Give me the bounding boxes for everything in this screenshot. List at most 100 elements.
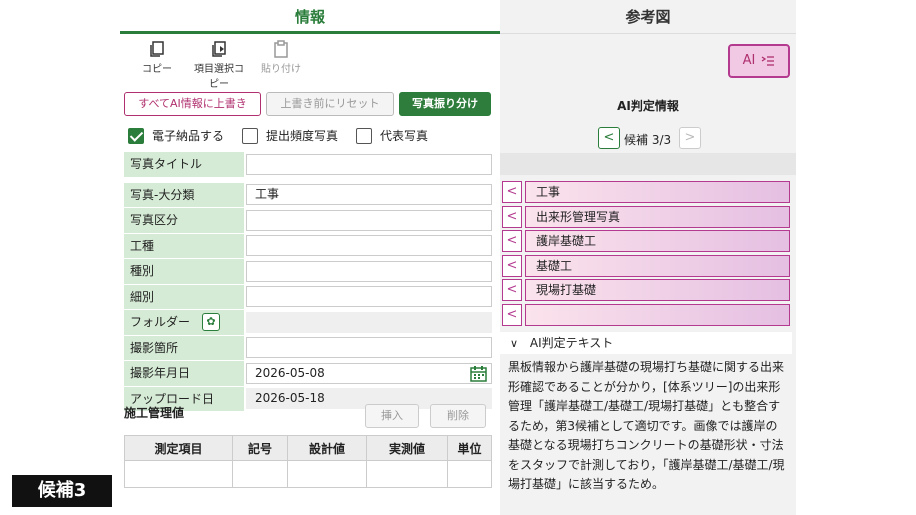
field-label: 細別 <box>124 284 244 309</box>
calendar-icon[interactable] <box>470 365 487 382</box>
photo-section-field[interactable] <box>246 209 492 231</box>
gear-icon[interactable]: ✿ <box>202 313 221 332</box>
copy-icon <box>150 41 164 57</box>
copy-button[interactable]: コピー <box>130 40 184 90</box>
checkbox-checked-icon <box>128 127 144 144</box>
ai-item-category-major: < 工事 <box>502 181 790 203</box>
form-row-photo-title: 写真タイトル <box>124 152 492 178</box>
info-panel: 情報 コピー 項目選択コピー 貼り付け すべてAI情報に上書き 上書き前にリセッ… <box>120 0 500 515</box>
select-copy-label: 項目選択コピー <box>194 64 244 90</box>
table-cell[interactable] <box>232 460 288 488</box>
form-row-location: 撮影箇所 <box>124 335 492 361</box>
category-major-field[interactable]: 工事 <box>246 184 492 206</box>
chevron-left-icon: < <box>506 233 518 248</box>
next-candidate-button[interactable]: > <box>679 127 701 149</box>
column-header: 設計値 <box>287 435 367 461</box>
form-row-detail: 細別 <box>124 284 492 310</box>
form-row-shot-date: 撮影年月日 2026-05-08 <box>124 361 492 387</box>
select-copy-icon <box>212 41 226 57</box>
chevron-left-icon: < <box>506 184 518 199</box>
chevron-left-icon: < <box>603 130 615 145</box>
ai-item-type: < 基礎工 <box>502 254 790 277</box>
checkbox-row: 電子納品する 提出頻度写真 代表写真 <box>128 127 446 144</box>
detail-field[interactable] <box>246 286 492 308</box>
ai-suggestion: 工事 <box>525 181 790 203</box>
shot-date-value: 2026-05-08 <box>255 365 325 380</box>
ai-judgment-title: AI判定情報 <box>617 99 679 113</box>
folder-label: フォルダー <box>130 315 191 330</box>
ai-list-icon <box>762 55 775 66</box>
field-label: 撮影年月日 <box>124 361 244 386</box>
form-row-photo-section: 写真区分 <box>124 208 492 234</box>
apply-ai-button[interactable]: < <box>502 254 522 277</box>
ai-suggestion <box>525 303 790 326</box>
table-cell[interactable] <box>447 460 492 488</box>
field-label: 工種 <box>124 233 244 258</box>
construction-control-title: 施工管理値 <box>124 406 185 420</box>
checkbox-unchecked-icon <box>242 127 259 144</box>
field-label-folder: フォルダー ✿ <box>124 310 244 335</box>
form-row-type: 種別 <box>124 259 492 285</box>
form-row-folder: フォルダー ✿ <box>124 310 492 336</box>
ai-item-folder: < <box>502 303 790 326</box>
form-row-work-type: 工種 <box>124 233 492 259</box>
type-field[interactable] <box>246 260 492 282</box>
ai-suggestion: 基礎工 <box>525 254 790 277</box>
reference-panel: 参考図 AI AI判定情報 < 候補 3/3 > < 工事 < 出来形管理写真 … <box>500 0 796 515</box>
apply-ai-button[interactable]: < <box>502 181 522 203</box>
table-cell[interactable] <box>124 460 233 488</box>
candidate-badge: 候補3 <box>12 475 112 507</box>
insert-button[interactable]: 挿入 <box>365 404 419 428</box>
field-label: 種別 <box>124 259 244 284</box>
checkbox-label: 代表写真 <box>380 129 429 143</box>
ai-text-toggle[interactable]: ∨ AI判定テキスト <box>500 332 792 354</box>
ai-item-photo-section: < 出来形管理写真 <box>502 205 790 228</box>
checkbox-unchecked-icon <box>356 127 373 144</box>
chevron-left-icon: < <box>506 282 518 297</box>
location-field[interactable] <box>246 337 492 359</box>
column-header: 記号 <box>232 435 288 461</box>
field-label: 写真-大分類 <box>124 182 244 207</box>
ai-suggestion: 出来形管理写真 <box>525 205 790 228</box>
table-row[interactable] <box>124 460 492 488</box>
photo-sort-button[interactable]: 写真振り分け <box>399 92 491 116</box>
app-window: 情報 コピー 項目選択コピー 貼り付け すべてAI情報に上書き 上書き前にリセッ… <box>120 0 796 515</box>
apply-ai-button[interactable]: < <box>502 303 522 326</box>
ai-toggle-button[interactable]: AI <box>728 44 790 78</box>
submission-frequency-checkbox[interactable]: 提出頻度写真 <box>242 127 338 144</box>
delete-button[interactable]: 削除 <box>430 404 486 428</box>
field-label: 撮影箇所 <box>124 335 244 360</box>
reset-before-overwrite-button[interactable]: 上書き前にリセット <box>266 92 394 116</box>
checkbox-label: 電子納品する <box>152 129 225 143</box>
field-label: 写真タイトル <box>124 152 244 177</box>
work-type-field[interactable] <box>246 235 492 257</box>
apply-ai-button[interactable]: < <box>502 279 522 301</box>
chevron-left-icon: < <box>506 306 518 322</box>
table-cell[interactable] <box>287 460 367 488</box>
candidate-counter: 候補 3/3 <box>624 133 672 147</box>
ai-item-detail: < 現場打基礎 <box>502 279 790 301</box>
tab-info[interactable]: 情報 <box>120 0 500 34</box>
ai-header-strip <box>500 153 796 175</box>
photo-info-form: 写真タイトル 写真-大分類 工事 写真区分 工種 種別 細別 フォルダー ✿ 撮… <box>124 152 492 412</box>
table-cell[interactable] <box>366 460 448 488</box>
clipboard-icon <box>274 40 288 58</box>
overwrite-all-ai-button[interactable]: すべてAI情報に上書き <box>124 92 261 116</box>
paste-label: 貼り付け <box>261 64 301 75</box>
tab-reference[interactable]: 参考図 <box>500 0 796 34</box>
field-label: 写真区分 <box>124 208 244 233</box>
select-copy-button[interactable]: 項目選択コピー <box>192 40 246 90</box>
representative-photo-checkbox[interactable]: 代表写真 <box>356 127 428 144</box>
electronic-delivery-checkbox[interactable]: 電子納品する <box>128 127 224 144</box>
paste-button[interactable]: 貼り付け <box>254 40 308 90</box>
apply-ai-button[interactable]: < <box>502 230 522 252</box>
photo-title-field[interactable] <box>246 153 492 175</box>
column-header: 実測値 <box>366 435 448 461</box>
prev-candidate-button[interactable]: < <box>598 127 620 149</box>
shot-date-field[interactable]: 2026-05-08 <box>246 362 492 384</box>
ai-text-body: 黒板情報から護岸基礎の現場打ち基礎に関する出来形確認であることが分かり，[体系ツ… <box>508 360 785 491</box>
apply-ai-button[interactable]: < <box>502 205 522 228</box>
measurement-table: 測定項目 記号 設計値 実測値 単位 <box>124 435 492 488</box>
toolbar: コピー 項目選択コピー 貼り付け <box>130 40 308 90</box>
form-row-category-major: 写真-大分類 工事 <box>124 182 492 208</box>
